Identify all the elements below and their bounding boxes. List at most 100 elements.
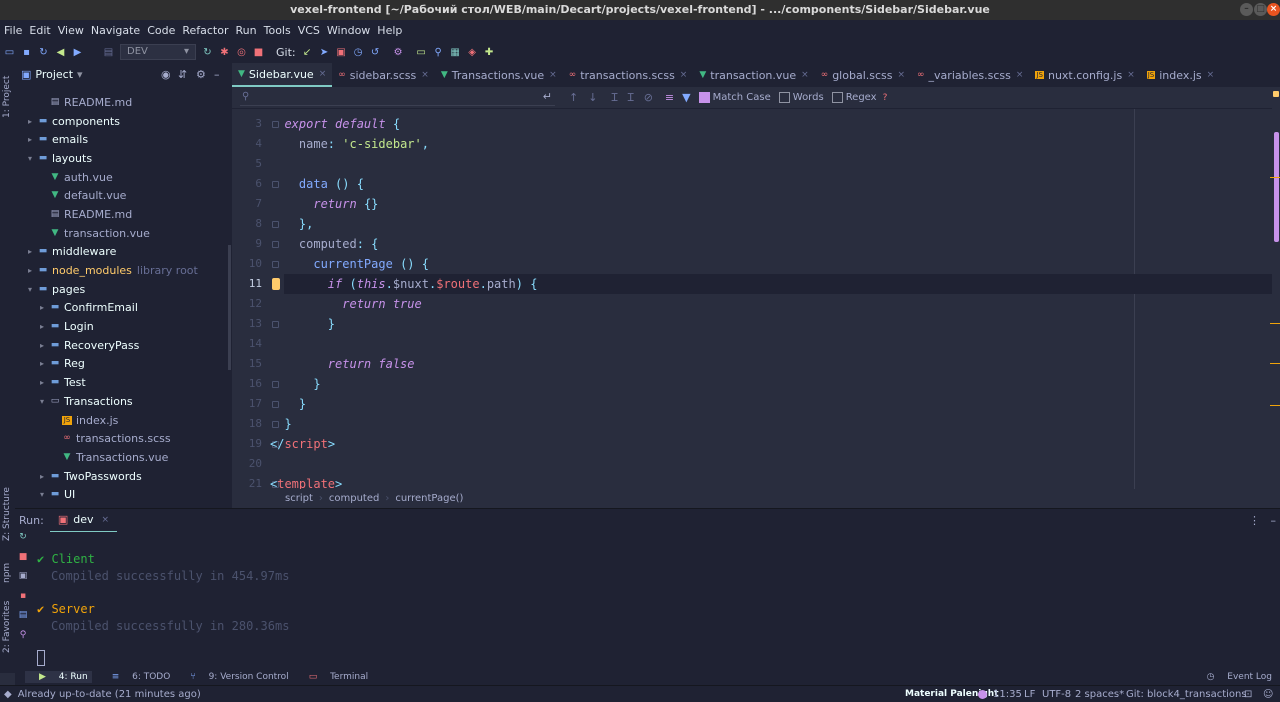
build-icon[interactable]: ▤ [103, 47, 114, 58]
tree-item[interactable]: ▸ ▬ Reg [15, 355, 232, 374]
open-folder-icon[interactable]: ▭ [4, 47, 15, 58]
chevron-right-icon[interactable]: ▸ [37, 359, 47, 368]
editor-scrollbar[interactable] [1270, 87, 1280, 489]
close-icon[interactable]: × [101, 515, 109, 525]
search-everywhere-icon[interactable]: ⚲ [433, 47, 444, 58]
editor-tab[interactable]: JS index.js × [1141, 63, 1220, 87]
tree-item[interactable]: ▸ ▬ TwoPasswords [15, 467, 232, 486]
next-occurrence-icon[interactable]: ↓ [588, 91, 597, 104]
rollback-icon[interactable]: ↺ [370, 47, 381, 58]
close-icon[interactable]: × [1016, 70, 1024, 80]
chevron-right-icon[interactable]: ▸ [37, 472, 47, 481]
coverage-icon[interactable]: ◎ [236, 47, 247, 58]
close-icon[interactable]: × [1127, 70, 1135, 80]
chevron-down-icon[interactable]: ▾ [25, 285, 35, 294]
find-input[interactable]: ⚲ ↵ [240, 89, 555, 106]
project-panel-title[interactable]: Project [35, 68, 73, 81]
select-all-icon[interactable]: Ɪ [628, 90, 634, 105]
tree-item[interactable]: ∞ transactions.scss [15, 429, 232, 448]
tree-item[interactable]: ▸ ▬ Test [15, 373, 232, 392]
project-scrollbar[interactable] [228, 245, 231, 370]
gear-icon[interactable]: ⚙ [196, 68, 206, 81]
plugin-icon[interactable]: ✚ [484, 47, 495, 58]
menu-code[interactable]: Code [147, 24, 175, 37]
add-selection-icon[interactable]: Ɪ [611, 90, 617, 105]
menu-vcs[interactable]: VCS [298, 24, 320, 37]
tree-item[interactable]: ▼ Transactions.vue [15, 448, 232, 467]
tree-item[interactable]: ▼ default.vue [15, 186, 232, 205]
history-icon[interactable]: ◷ [353, 47, 364, 58]
minimize-icon[interactable]: – [1240, 3, 1253, 16]
run-tab-dev[interactable]: ▣ dev × [49, 509, 118, 533]
forward-icon[interactable]: ▶ [72, 47, 83, 58]
code-area[interactable]: export default { name: 'c-sidebar', data… [270, 109, 1280, 489]
tree-item[interactable]: ▸ ▬ emails [15, 130, 232, 149]
warning-marker-icon[interactable] [1273, 91, 1279, 97]
chevron-down-icon[interactable]: ▾ [37, 397, 47, 406]
event-log-button[interactable]: ◷ Event Log [1197, 672, 1272, 682]
project-tool-button[interactable]: 1: Project [2, 76, 12, 118]
tree-item[interactable]: ▾ ▬ layouts [15, 149, 232, 168]
sync-icon[interactable]: ↻ [38, 47, 49, 58]
filter-icon[interactable]: ▼ [682, 91, 690, 104]
tree-item[interactable]: ▼ auth.vue [15, 168, 232, 187]
editor-tab[interactable]: ∞ _variables.scss × [911, 63, 1029, 87]
maximize-icon[interactable]: □ [1254, 3, 1267, 16]
breadcrumb-item[interactable]: computed [329, 493, 379, 504]
menu-edit[interactable]: Edit [29, 24, 50, 37]
settings-icon[interactable]: ⚙ [393, 47, 404, 58]
structure-icon[interactable]: ▦ [450, 47, 461, 58]
debug-icon[interactable]: ✱ [219, 47, 230, 58]
stop-icon[interactable]: ■ [253, 47, 264, 58]
indent-setting[interactable]: 2 spaces* [1075, 689, 1124, 700]
regex-checkbox[interactable]: Regex [831, 92, 877, 103]
menu-navigate[interactable]: Navigate [91, 24, 140, 37]
collapse-icon[interactable]: ⇵ [178, 68, 187, 81]
close-icon[interactable]: × [801, 70, 809, 80]
tree-item[interactable]: ▼ transaction.vue [15, 224, 232, 243]
tree-item[interactable]: ▸ ▬ RecoveryPass [15, 336, 232, 355]
editor-tab[interactable]: ▼ Sidebar.vue × [232, 63, 333, 87]
menu-window[interactable]: Window [327, 24, 370, 37]
select-occurrences-icon[interactable]: ⊘ [644, 91, 653, 104]
hide-icon[interactable]: – [214, 68, 220, 81]
tree-item[interactable]: ▸ ▬ node_modules library root [15, 261, 232, 280]
chevron-right-icon[interactable]: ▸ [37, 341, 47, 350]
chevron-down-icon[interactable]: ▾ [25, 154, 35, 163]
close-icon[interactable]: × [319, 69, 327, 79]
tree-item[interactable]: ▸ ▬ components [15, 112, 232, 131]
more-icon[interactable]: ⋮ [1249, 514, 1260, 527]
menu-run[interactable]: Run [236, 24, 257, 37]
database-icon[interactable]: ◈ [467, 47, 478, 58]
run-config-select[interactable]: DEV ▾ [120, 44, 196, 60]
chevron-right-icon[interactable]: ▸ [37, 322, 47, 331]
editor-tab[interactable]: ▼ transaction.vue × [693, 63, 814, 87]
breadcrumb-item[interactable]: currentPage() [395, 493, 463, 504]
tree-item[interactable]: ▾ ▬ UI [15, 485, 232, 504]
prev-occurrence-icon[interactable]: ↑ [569, 91, 578, 104]
npm-tool-button[interactable]: npm [2, 563, 12, 583]
vcs-tool-button[interactable]: ⑂ 9: Version Control [180, 672, 288, 682]
git-commit-icon[interactable]: ➤ [319, 47, 330, 58]
menu-tools[interactable]: Tools [264, 24, 291, 37]
chevron-right-icon[interactable]: ▸ [37, 378, 47, 387]
chevron-down-icon[interactable]: ▾ [37, 490, 47, 499]
menu-view[interactable]: View [58, 24, 84, 37]
favorites-tool-button[interactable]: 2: Favorites [2, 601, 12, 653]
target-icon[interactable]: ◉ [161, 68, 171, 81]
close-icon[interactable]: × [549, 70, 557, 80]
editor-tab[interactable]: ▼ Transactions.vue × [435, 63, 563, 87]
layout-icon[interactable]: ◆ [4, 689, 12, 700]
menu-refactor[interactable]: Refactor [182, 24, 228, 37]
soft-wrap-icon[interactable]: ▤ [15, 610, 31, 630]
match-case-checkbox[interactable]: Match Case [698, 92, 771, 103]
save-icon[interactable]: ▪ [21, 47, 32, 58]
pin-icon[interactable]: ⚲ [15, 630, 31, 650]
rerun-icon[interactable]: ↻ [202, 47, 213, 58]
chevron-right-icon[interactable]: ▸ [25, 247, 35, 256]
close-icon[interactable]: × [1207, 70, 1215, 80]
close-icon[interactable]: × [421, 70, 429, 80]
file-encoding[interactable]: UTF-8 [1042, 689, 1071, 700]
tree-item[interactable]: ▸ ▬ Login [15, 317, 232, 336]
tree-item[interactable]: ▸ ▬ ConfirmEmail [15, 299, 232, 318]
